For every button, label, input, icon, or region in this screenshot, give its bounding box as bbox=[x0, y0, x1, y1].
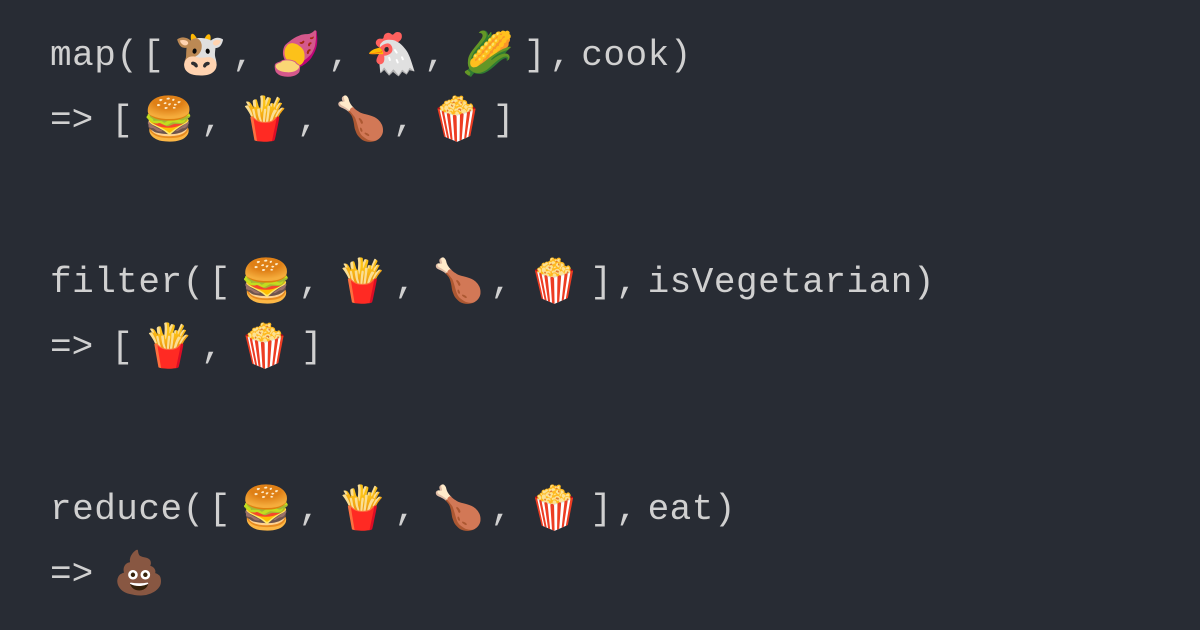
drumstick-icon: 🍗 bbox=[426, 257, 490, 308]
drumstick-icon: 🍗 bbox=[329, 95, 393, 146]
filter-result-line: => [ 🍟 , 🍿 ] bbox=[50, 322, 1150, 373]
close-bracket: ] bbox=[520, 35, 550, 76]
close-paren: ) bbox=[714, 489, 736, 530]
comma: , bbox=[550, 35, 582, 76]
close-bracket: ] bbox=[586, 489, 616, 530]
comma: , bbox=[490, 262, 522, 303]
map-callback-name: cook bbox=[581, 35, 669, 76]
filter-example: filter ( [ 🍔 , 🍟 , 🍗 , 🍿 ] , isVegetaria… bbox=[50, 257, 1150, 373]
cow-icon: 🐮 bbox=[168, 30, 232, 81]
reduce-call-line: reduce ( [ 🍔 , 🍟 , 🍗 , 🍿 ] , eat ) bbox=[50, 484, 1150, 535]
popcorn-icon: 🍿 bbox=[522, 484, 586, 535]
close-paren: ) bbox=[670, 35, 692, 76]
close-bracket: ] bbox=[297, 327, 327, 368]
fries-icon: 🍟 bbox=[233, 95, 297, 146]
drumstick-icon: 🍗 bbox=[426, 484, 490, 535]
open-bracket: [ bbox=[107, 327, 137, 368]
filter-function-name: filter bbox=[50, 262, 183, 303]
comma: , bbox=[201, 327, 233, 368]
fries-icon: 🍟 bbox=[137, 322, 201, 373]
chicken-icon: 🐔 bbox=[360, 30, 424, 81]
open-paren: ( bbox=[116, 35, 138, 76]
comma: , bbox=[201, 100, 233, 141]
map-example: map ( [ 🐮 , 🍠 , 🐔 , 🌽 ] , cook ) => [ 🍔 … bbox=[50, 30, 1150, 146]
map-function-name: map bbox=[50, 35, 116, 76]
popcorn-icon: 🍿 bbox=[233, 322, 297, 373]
poop-icon: 💩 bbox=[107, 549, 171, 600]
comma: , bbox=[299, 262, 331, 303]
burger-icon: 🍔 bbox=[234, 484, 298, 535]
comma: , bbox=[490, 489, 522, 530]
open-bracket: [ bbox=[107, 100, 137, 141]
close-bracket: ] bbox=[489, 100, 519, 141]
burger-icon: 🍔 bbox=[137, 95, 201, 146]
arrow-icon: => bbox=[50, 100, 93, 141]
open-bracket: [ bbox=[138, 35, 168, 76]
comma: , bbox=[395, 489, 427, 530]
filter-call-line: filter ( [ 🍔 , 🍟 , 🍗 , 🍿 ] , isVegetaria… bbox=[50, 257, 1150, 308]
comma: , bbox=[616, 489, 648, 530]
map-call-line: map ( [ 🐮 , 🍠 , 🐔 , 🌽 ] , cook ) bbox=[50, 30, 1150, 81]
burger-icon: 🍔 bbox=[234, 257, 298, 308]
popcorn-icon: 🍿 bbox=[425, 95, 489, 146]
reduce-callback-name: eat bbox=[648, 489, 714, 530]
comma: , bbox=[328, 35, 360, 76]
comma: , bbox=[616, 262, 648, 303]
open-paren: ( bbox=[183, 489, 205, 530]
comma: , bbox=[232, 35, 264, 76]
comma: , bbox=[393, 100, 425, 141]
arrow-icon: => bbox=[50, 327, 93, 368]
close-paren: ) bbox=[913, 262, 935, 303]
arrow-icon: => bbox=[50, 554, 93, 595]
reduce-function-name: reduce bbox=[50, 489, 183, 530]
filter-callback-name: isVegetarian bbox=[648, 262, 913, 303]
map-result-line: => [ 🍔 , 🍟 , 🍗 , 🍿 ] bbox=[50, 95, 1150, 146]
open-paren: ( bbox=[183, 262, 205, 303]
comma: , bbox=[395, 262, 427, 303]
close-bracket: ] bbox=[586, 262, 616, 303]
popcorn-icon: 🍿 bbox=[522, 257, 586, 308]
reduce-result-line: => 💩 bbox=[50, 549, 1150, 600]
reduce-example: reduce ( [ 🍔 , 🍟 , 🍗 , 🍿 ] , eat ) => 💩 bbox=[50, 484, 1150, 600]
fries-icon: 🍟 bbox=[330, 484, 394, 535]
open-bracket: [ bbox=[205, 262, 235, 303]
fries-icon: 🍟 bbox=[330, 257, 394, 308]
open-bracket: [ bbox=[205, 489, 235, 530]
comma: , bbox=[297, 100, 329, 141]
sweet-potato-icon: 🍠 bbox=[264, 30, 328, 81]
corn-icon: 🌽 bbox=[456, 30, 520, 81]
comma: , bbox=[424, 35, 456, 76]
comma: , bbox=[299, 489, 331, 530]
